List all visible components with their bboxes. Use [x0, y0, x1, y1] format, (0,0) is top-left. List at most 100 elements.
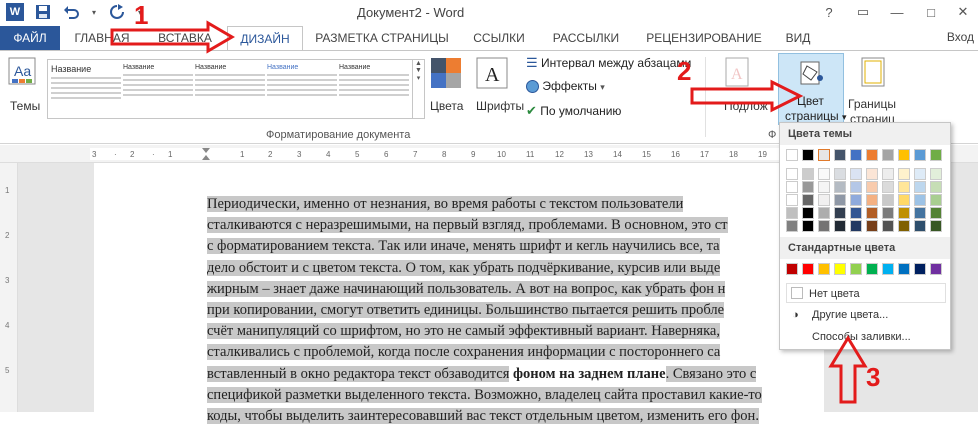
document-text[interactable]: Периодически, именно от незнания, во вре… — [207, 194, 827, 427]
theme-color-swatch[interactable] — [914, 181, 926, 193]
fonts-button[interactable]: A Шрифты — [476, 57, 524, 119]
theme-color-swatch[interactable] — [914, 168, 926, 180]
page-color-button[interactable]: Цвет страницы ▾ — [778, 53, 847, 125]
style-thumb[interactable]: Название — [123, 64, 193, 116]
tab-file[interactable]: ФАЙЛ — [0, 26, 60, 50]
theme-color-swatch[interactable] — [834, 149, 846, 161]
ribbon-display-icon[interactable]: ▭ — [846, 0, 880, 24]
style-thumb[interactable]: Название — [267, 64, 337, 116]
fill-effects-option[interactable]: Способы заливки... — [788, 331, 911, 343]
no-color-option[interactable]: Нет цвета — [786, 283, 946, 303]
theme-color-swatch[interactable] — [802, 194, 814, 206]
theme-color-swatch[interactable] — [850, 181, 862, 193]
standard-color-swatch[interactable] — [802, 263, 814, 275]
theme-color-swatch[interactable] — [882, 207, 894, 219]
theme-color-swatch[interactable] — [898, 181, 910, 193]
theme-color-swatch[interactable] — [818, 220, 830, 232]
theme-color-swatch[interactable] — [834, 220, 846, 232]
theme-color-swatch[interactable] — [818, 168, 830, 180]
theme-color-swatch[interactable] — [898, 168, 910, 180]
redo-icon[interactable] — [108, 3, 126, 21]
theme-color-swatch[interactable] — [930, 220, 942, 232]
standard-color-swatch[interactable] — [834, 263, 846, 275]
standard-color-swatch[interactable] — [850, 263, 862, 275]
page-borders-button[interactable]: Границы страниц — [848, 57, 902, 126]
theme-color-swatch[interactable] — [914, 220, 926, 232]
standard-color-swatch[interactable] — [818, 263, 830, 275]
theme-color-swatch[interactable] — [914, 194, 926, 206]
theme-color-swatch[interactable] — [850, 194, 862, 206]
theme-color-swatch[interactable] — [898, 194, 910, 206]
standard-color-swatch[interactable] — [930, 263, 942, 275]
undo-icon[interactable] — [62, 3, 80, 21]
theme-color-swatch[interactable] — [866, 207, 878, 219]
style-thumb[interactable]: Название — [51, 64, 121, 116]
standard-color-swatch[interactable] — [882, 263, 894, 275]
undo-dropdown-icon[interactable]: ▾ — [90, 3, 98, 21]
style-set-gallery[interactable]: Название Название Название Название Назв… — [47, 59, 425, 119]
standard-color-swatch[interactable] — [866, 263, 878, 275]
themes-button[interactable]: Aa Темы — [8, 57, 42, 117]
tab-page-layout[interactable]: РАЗМЕТКА СТРАНИЦЫ — [310, 26, 454, 50]
set-as-default-button[interactable]: ✔ По умолчанию — [526, 103, 621, 119]
tab-mailings[interactable]: РАССЫЛКИ — [546, 26, 626, 50]
theme-color-swatch[interactable] — [898, 149, 910, 161]
theme-color-swatch[interactable] — [866, 181, 878, 193]
theme-color-swatch[interactable] — [866, 220, 878, 232]
theme-color-swatch[interactable] — [786, 194, 798, 206]
sign-in-link[interactable]: Вход — [947, 30, 974, 44]
theme-color-swatch[interactable] — [834, 194, 846, 206]
style-thumb[interactable]: Название — [195, 64, 265, 116]
theme-color-swatch[interactable] — [866, 149, 878, 161]
theme-color-swatch[interactable] — [882, 181, 894, 193]
theme-color-swatch[interactable] — [882, 149, 894, 161]
gallery-scrollbar[interactable]: ▲ ▼ ▾ — [412, 60, 424, 118]
minimize-icon[interactable]: — — [880, 0, 914, 24]
theme-color-swatch[interactable] — [882, 194, 894, 206]
theme-color-swatch[interactable] — [850, 207, 862, 219]
theme-color-swatch[interactable] — [850, 149, 862, 161]
theme-color-swatch[interactable] — [802, 168, 814, 180]
theme-color-swatch[interactable] — [802, 181, 814, 193]
tab-home[interactable]: ГЛАВНАЯ — [70, 26, 134, 50]
theme-color-swatch[interactable] — [786, 181, 798, 193]
tab-view[interactable]: ВИД — [778, 26, 818, 50]
theme-color-swatch[interactable] — [834, 168, 846, 180]
theme-color-swatch[interactable] — [850, 168, 862, 180]
theme-color-swatch[interactable] — [786, 220, 798, 232]
theme-color-swatch[interactable] — [818, 194, 830, 206]
watermark-button[interactable]: A Подлож — [722, 57, 772, 119]
style-thumb[interactable]: Название — [339, 64, 409, 116]
tab-insert[interactable]: ВСТАВКА — [150, 26, 220, 50]
tab-design[interactable]: ДИЗАЙН — [227, 26, 303, 51]
theme-color-swatch[interactable] — [802, 149, 814, 161]
theme-color-swatch[interactable] — [930, 194, 942, 206]
save-icon[interactable] — [34, 3, 52, 21]
theme-color-swatch[interactable] — [818, 207, 830, 219]
paragraph-spacing-button[interactable]: ☰ Интервал между абзацами — [526, 55, 691, 71]
vertical-ruler[interactable]: 1 2 3 4 5 — [0, 163, 18, 412]
theme-color-swatch[interactable] — [786, 149, 798, 161]
more-colors-option[interactable]: ◑ Другие цвета... — [788, 309, 888, 321]
theme-color-swatch[interactable] — [802, 220, 814, 232]
theme-color-swatch[interactable] — [898, 220, 910, 232]
theme-color-swatch[interactable] — [786, 168, 798, 180]
theme-color-swatch[interactable] — [802, 207, 814, 219]
theme-color-swatch[interactable] — [898, 207, 910, 219]
theme-color-swatch[interactable] — [930, 149, 942, 161]
theme-color-swatch[interactable] — [930, 207, 942, 219]
theme-color-swatch[interactable] — [930, 181, 942, 193]
close-icon[interactable]: ✕ — [948, 0, 978, 24]
theme-color-swatch[interactable] — [834, 207, 846, 219]
colors-button[interactable]: Цвета — [430, 57, 468, 119]
maximize-icon[interactable]: □ — [914, 0, 948, 24]
theme-color-swatch[interactable] — [914, 207, 926, 219]
theme-color-swatch[interactable] — [786, 207, 798, 219]
theme-color-swatch[interactable] — [818, 181, 830, 193]
theme-color-swatch[interactable] — [882, 168, 894, 180]
tab-review[interactable]: РЕЦЕНЗИРОВАНИЕ — [640, 26, 768, 50]
help-icon[interactable]: ? — [812, 0, 846, 24]
theme-color-swatch[interactable] — [882, 220, 894, 232]
standard-color-swatch[interactable] — [914, 263, 926, 275]
theme-color-swatch[interactable] — [850, 220, 862, 232]
